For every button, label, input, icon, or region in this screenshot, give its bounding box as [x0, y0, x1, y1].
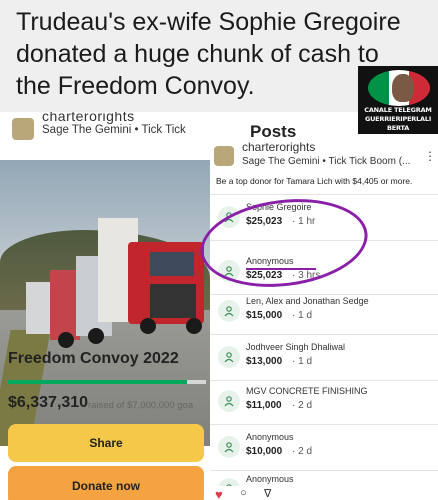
- organizer-name: charterorights: [242, 140, 316, 154]
- donation-time: · 1 d: [292, 310, 313, 321]
- campaign-panel: charterorights Sage The Gemini • Tick Ti…: [0, 112, 210, 500]
- donor-row: Jodhveer Singh Dhaliwal $13,000 · 1 d: [210, 340, 438, 382]
- divider: [210, 380, 438, 381]
- donor-name: Len, Alex and Jonathan Sedge: [246, 296, 369, 306]
- posts-panel: ← Posts charterorights Sage The Gemini •…: [210, 112, 438, 500]
- goal-text: raised of $7,000,000 goa: [88, 400, 194, 411]
- donation-time: · 2 d: [292, 400, 313, 411]
- donor-row: Anonymous $10,000 · 2 d: [210, 430, 438, 472]
- donation-icon: [218, 436, 240, 458]
- donor-name: Anonymous: [246, 432, 294, 442]
- posts-title: Posts: [250, 122, 297, 141]
- raised-amount: $6,337,310: [8, 394, 89, 411]
- organizer-avatar: [214, 146, 234, 166]
- badge-text: CANALE TELEGRAM GUERRIERIPERLALI BERTA: [358, 106, 438, 133]
- send-icon[interactable]: ∇: [264, 487, 271, 500]
- donation-icon: [218, 300, 240, 322]
- donor-row: Len, Alex and Jonathan Sedge $15,000 · 1 d: [210, 294, 438, 336]
- highlight-strike: [246, 268, 316, 270]
- donation-icon: [218, 346, 240, 368]
- donation-time: · 2 d: [292, 446, 313, 457]
- donation-amount: $13,000: [246, 356, 283, 367]
- progress-bar: [8, 380, 206, 384]
- heart-icon[interactable]: ♥: [215, 487, 223, 500]
- donation-amount: $15,000: [246, 310, 283, 321]
- divider: [210, 470, 438, 471]
- donor-row: MGV CONCRETE FINISHING $11,000 · 2 d: [210, 384, 438, 426]
- badge-line-1: CANALE TELEGRAM: [364, 106, 432, 114]
- organizer-name: charterorights: [42, 112, 135, 124]
- divider: [210, 424, 438, 425]
- progress-bar-fill: [8, 380, 188, 384]
- campaign-title: Freedom Convoy 2022: [8, 350, 179, 367]
- donation-amount: $10,000: [246, 446, 283, 457]
- donation-time: · 1 d: [292, 356, 313, 367]
- donation-icon: [218, 390, 240, 412]
- donor-name: Jodhveer Singh Dhaliwal: [246, 342, 346, 352]
- donate-button[interactable]: Donate now: [8, 466, 204, 500]
- divider: [210, 194, 438, 195]
- badge-line-3: BERTA: [386, 124, 410, 132]
- headline-line-1: Trudeau's ex-wife Sophie Gregoire: [16, 8, 401, 36]
- comment-icon[interactable]: ○: [240, 487, 247, 499]
- top-donor-note: Be a top donor for Tamara Lich with $4,4…: [216, 176, 413, 186]
- more-options-icon[interactable]: · · ·: [426, 145, 434, 166]
- telegram-channel-badge: CANALE TELEGRAM GUERRIERIPERLALI BERTA: [358, 66, 438, 134]
- organizer-subtitle: Sage The Gemini • Tick Tick Boom (...: [242, 156, 411, 167]
- organizer-row: charterorights Sage The Gemini • Tick Ti…: [0, 112, 210, 156]
- divider: [210, 334, 438, 335]
- share-button[interactable]: Share: [8, 424, 204, 462]
- badge-line-2: GUERRIERIPERLALI: [364, 115, 432, 123]
- donor-name: MGV CONCRETE FINISHING: [246, 386, 368, 396]
- organizer-subtitle: Sage The Gemini • Tick Tick: [42, 124, 186, 136]
- donation-amount: $11,000: [246, 400, 282, 411]
- portrait-icon: [392, 74, 414, 102]
- organizer-avatar: [12, 118, 34, 140]
- donor-name: Anonymous: [246, 474, 294, 484]
